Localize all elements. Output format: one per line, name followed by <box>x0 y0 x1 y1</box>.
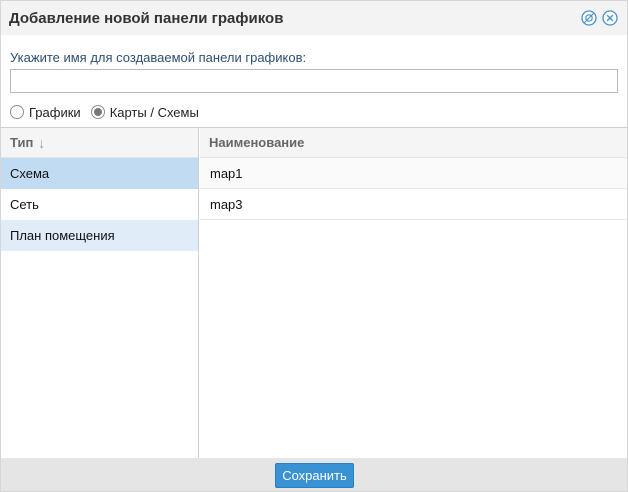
sort-down-arrow-icon: ↓ <box>38 134 46 151</box>
type-column-label: Тип <box>10 135 34 150</box>
add-panel-dialog: Добавление новой панели графиков Укажите… <box>0 0 628 492</box>
radio-graphs-label: Графики <box>29 104 81 120</box>
radio-graphs-indicator[interactable] <box>10 105 24 119</box>
type-row-label: Схема <box>10 166 50 181</box>
name-grid: Наименование map1 map3 <box>200 128 627 459</box>
pin-icon[interactable] <box>581 10 597 26</box>
save-button[interactable]: Сохранить <box>275 463 354 488</box>
type-row-scheme[interactable]: Схема <box>1 158 198 189</box>
type-row-label: План помещения <box>10 228 115 243</box>
grids-area: Тип ↓ Схема Сеть План помещения Наименов… <box>1 127 627 459</box>
type-row-network[interactable]: Сеть <box>1 189 198 220</box>
type-column-header[interactable]: Тип ↓ <box>1 128 198 158</box>
name-row-map1[interactable]: map1 <box>200 158 627 189</box>
name-row-label: map1 <box>210 165 243 181</box>
panel-type-radio-group: Графики Карты / Схемы <box>10 103 209 121</box>
name-row-label: map3 <box>210 196 243 212</box>
radio-maps-schemes[interactable]: Карты / Схемы <box>90 104 199 120</box>
dialog-footer: Сохранить <box>1 458 627 491</box>
dialog-titlebar: Добавление новой панели графиков <box>1 1 627 35</box>
dialog-title: Добавление новой панели графиков <box>9 10 284 27</box>
name-row-map3[interactable]: map3 <box>200 189 627 220</box>
radio-graphs[interactable]: Графики <box>10 105 81 120</box>
radio-maps-schemes-label: Карты / Схемы <box>109 104 199 120</box>
name-column-label: Наименование <box>209 135 305 150</box>
type-row-label: Сеть <box>10 197 39 212</box>
name-column-header[interactable]: Наименование <box>200 128 627 158</box>
panel-name-input[interactable] <box>10 69 618 93</box>
type-row-floor-plan[interactable]: План помещения <box>1 220 198 251</box>
type-grid: Тип ↓ Схема Сеть План помещения <box>1 128 199 459</box>
close-icon[interactable] <box>602 10 618 26</box>
panel-name-prompt: Укажите имя для создаваемой панели графи… <box>10 50 307 65</box>
radio-maps-schemes-indicator[interactable] <box>90 105 105 119</box>
